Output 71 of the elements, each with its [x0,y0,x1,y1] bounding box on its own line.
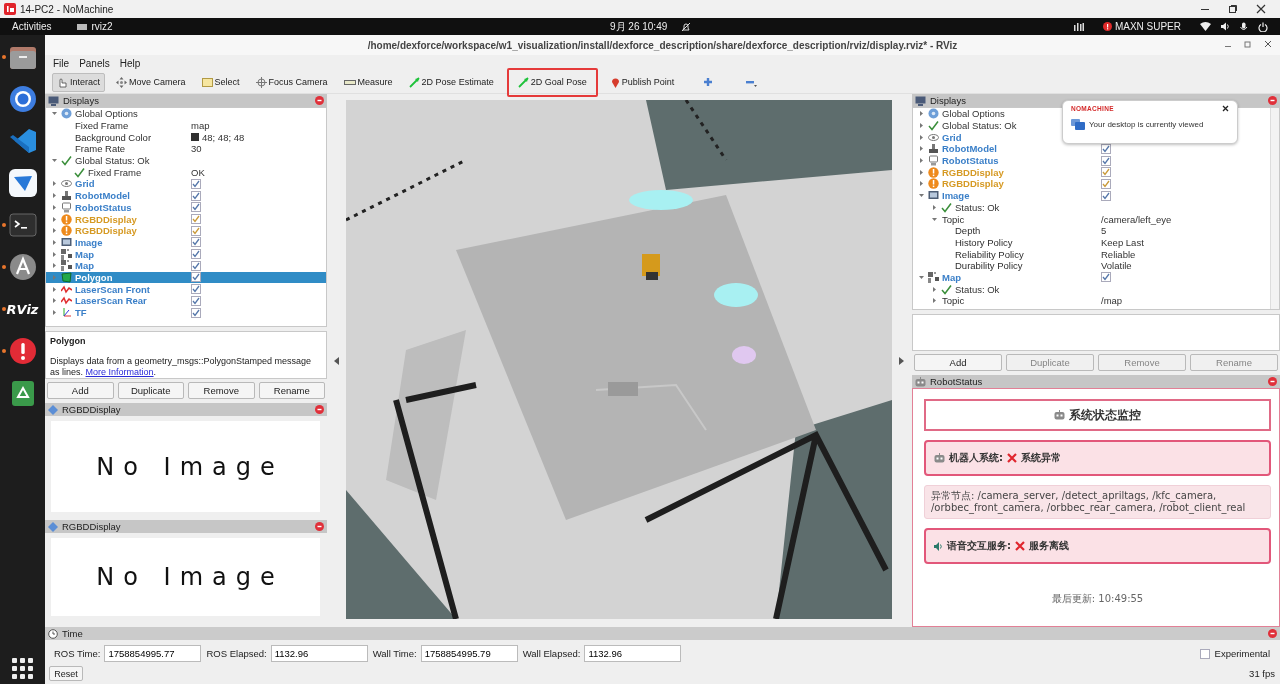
tree-label: Global Status: Ok [74,155,150,167]
tree-label: Depth [954,225,981,237]
checkbox-label: Experimental [1214,648,1270,659]
tree-label: Topic [941,213,965,225]
panel-title: Displays [63,95,100,106]
status-label: 机器人系统: [949,451,1003,465]
panel-title: Displays [930,95,967,106]
tree-label: Status: Ok [954,283,1000,295]
tree-label: Background Color [74,131,152,143]
window-title: /home/dexforce/workspace/w1_visualization/install/dexforce_description/share/dexforce_description/rviz/display.rviz* - RViz [367,39,958,51]
tree-label: Map [74,248,94,260]
tree-label: Grid [74,178,95,190]
no-image-text: No Image [96,563,284,591]
tree-label: Map [74,260,94,272]
property-value: /map [1101,295,1123,307]
field-label: ROS Elapsed: [206,648,267,659]
no-image-text: No Image [96,452,284,481]
description-text: Displays data from a geometry_msgs::PolygonStamped message as lines. More Information. [50,356,313,378]
tree-label: TF [74,307,87,319]
tree-label: RobotModel [74,190,130,202]
tree-label: RGBDDisplay [74,225,137,237]
property-value: 5 [1101,225,1107,237]
tree-label: History Policy [954,236,1013,248]
tree-label: Frame Rate [74,143,126,155]
tree-label: Fixed Frame [74,120,129,132]
tree-label: RGBDDisplay [941,166,1004,178]
fps-counter: 31 fps [1249,668,1275,679]
panel-title: RGBDDisplay [62,404,122,415]
property-value: Volatile [1101,260,1132,272]
property-value: /camera/left_eye [1101,213,1172,225]
node-list: 异常节点: /camera_server, /detect_apriltags, /kfc_camera, /orbbec_front_camera, /orbbec_rear_camera, /robot_client_real [924,485,1271,519]
tree-label: Image [74,236,103,248]
tree-label: RobotModel [941,143,997,155]
field-label: Wall Time: [372,648,417,659]
tree-label: Status: Ok [954,201,1000,213]
status-value: 系统异常 [1021,451,1061,465]
window-title: 14-PC2 - NoMachine [20,3,115,15]
field-label: Wall Elapsed: [522,648,581,659]
notification-message: Your desktop is currently viewed [1089,120,1204,129]
tree-label: Global Options [74,108,138,120]
description-title: Polygon [50,336,87,347]
panel-title: RGBDDisplay [62,521,122,532]
tree-label: Polygon [74,271,113,283]
property-value: Keep Last [1101,236,1144,248]
property-value: map [191,120,210,132]
tree-label: Grid [941,131,962,143]
tree-label: Global Options [941,108,1005,120]
property-value: Reliable [1101,248,1136,260]
tree-label: Fixed Frame [87,166,142,178]
tree-label: LaserScan Front [74,283,150,295]
status-title: 系统状态监控 [1069,407,1141,423]
tree-label: Durability Policy [954,260,1023,272]
tree-label: RGBDDisplay [74,213,137,225]
panel-title: Time [62,628,84,639]
tree-label: Image [941,190,970,202]
field-label: ROS Time: [54,648,101,659]
property-value: 30 [191,143,202,155]
panel-title: RobotStatus [930,376,984,387]
tree-label: LaserScan Rear [74,295,147,307]
property-value: OK [191,166,205,178]
tree-label: Map [941,271,961,283]
last-updated: 最后更新: 10:49:55 [1050,592,1145,606]
status-label: 语音交互服务: [947,539,1011,553]
tree-label: Topic [941,295,965,307]
status-value: 服务离线 [1029,539,1069,553]
property-value: 48; 48; 48 [202,131,245,143]
tree-label: Global Status: Ok [941,120,1017,132]
tree-label: RGBDDisplay [941,178,1004,190]
tree-label: RobotStatus [941,155,999,167]
tree-label: RobotStatus [74,201,132,213]
tree-label: Reliability Policy [954,248,1024,260]
